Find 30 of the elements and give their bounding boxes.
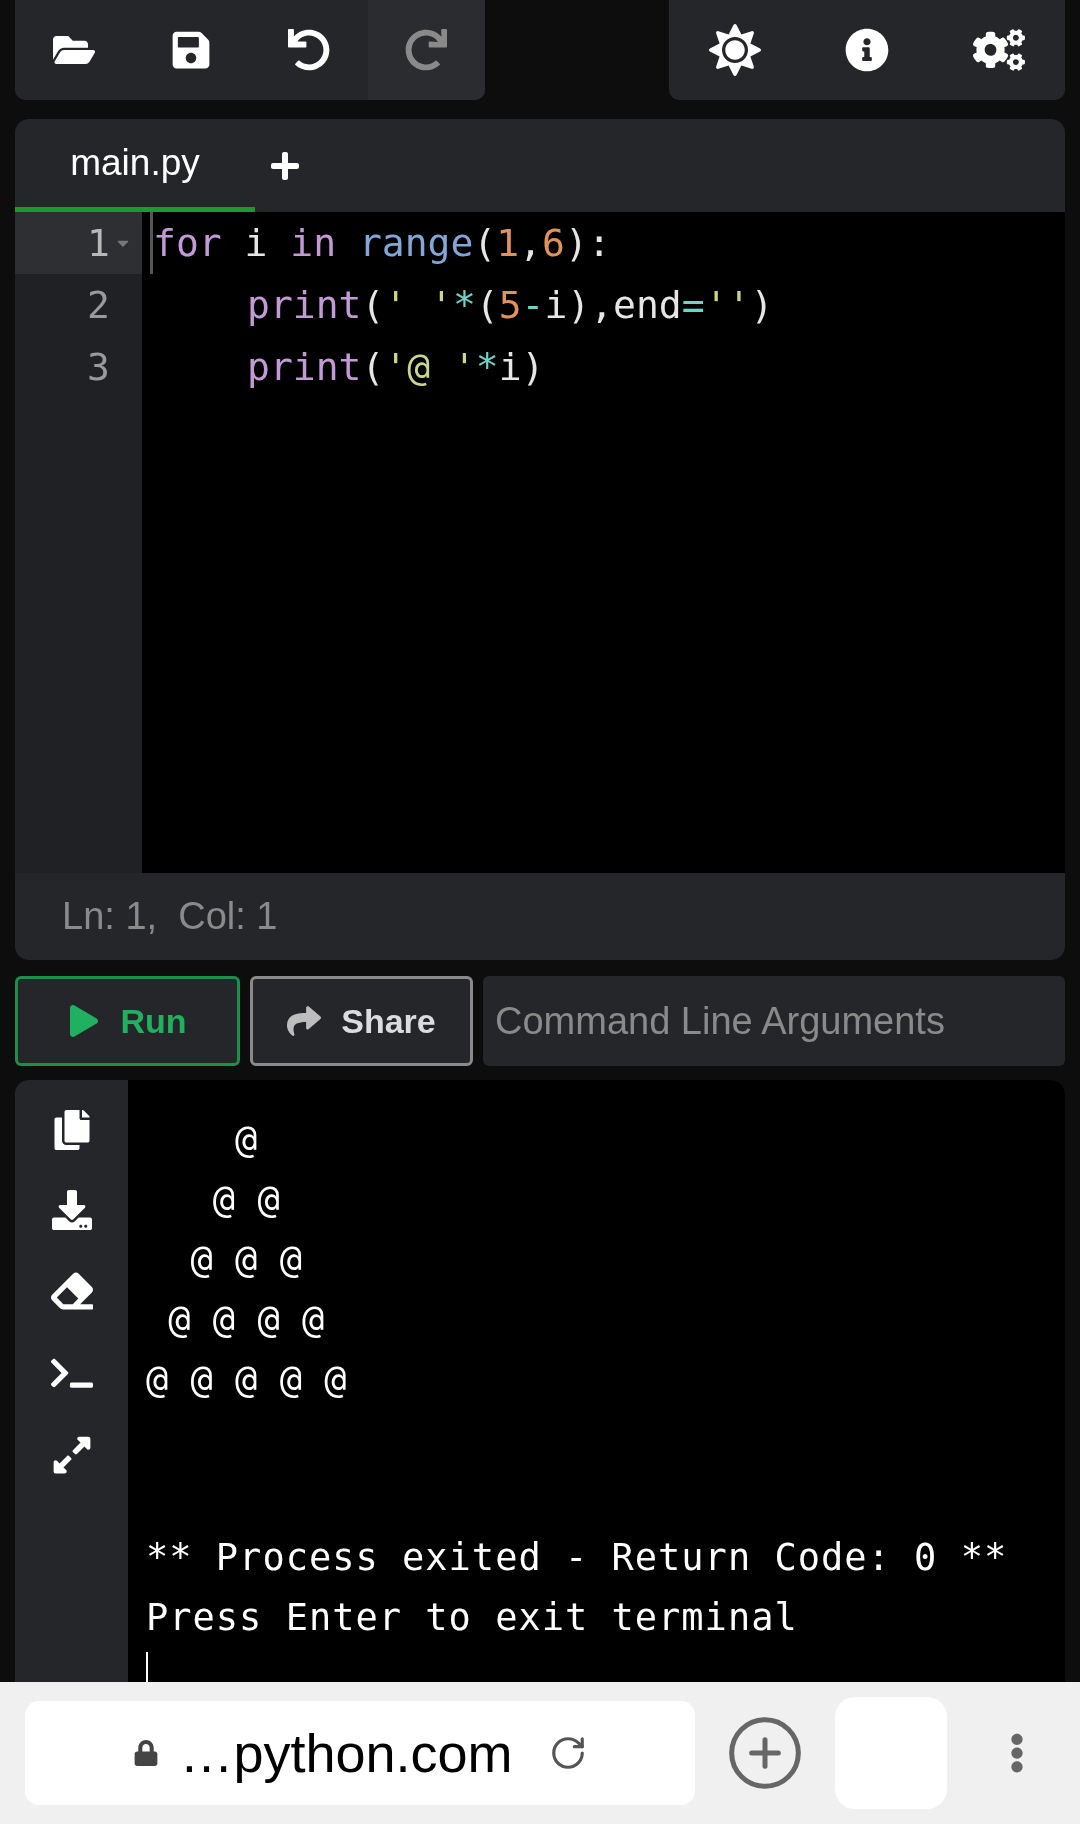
terminal-line: @ @ bbox=[211, 1177, 281, 1224]
redo-icon bbox=[405, 29, 448, 71]
url-text: …python.com bbox=[179, 1721, 513, 1785]
terminal-line: @ @ @ bbox=[189, 1237, 303, 1284]
share-button[interactable]: Share bbox=[250, 976, 473, 1066]
code-line: print(' '*(5-i),end='') bbox=[247, 281, 774, 329]
terminal-line: @ @ @ @ bbox=[167, 1297, 326, 1344]
plus-icon bbox=[269, 149, 301, 182]
terminal-line: @ bbox=[234, 1117, 259, 1164]
terminal-message: Press Enter to exit terminal bbox=[146, 1595, 798, 1642]
share-icon bbox=[287, 1004, 322, 1038]
line-number: 3 bbox=[87, 343, 110, 391]
line-number: 2 bbox=[87, 281, 110, 329]
code-line: for i in range(1,6): bbox=[150, 212, 611, 274]
line-number: 1 bbox=[87, 219, 110, 267]
run-button[interactable]: Run bbox=[15, 976, 240, 1066]
terminal-message: ** Process exited - Return Code: 0 ** bbox=[146, 1535, 1008, 1582]
download-icon[interactable] bbox=[51, 1190, 92, 1230]
eraser-icon[interactable] bbox=[50, 1270, 93, 1312]
arguments-field[interactable]: Command Line Arguments bbox=[483, 976, 1065, 1066]
lock-icon bbox=[133, 1740, 160, 1766]
info-icon bbox=[845, 28, 889, 72]
sun-icon bbox=[709, 24, 761, 76]
text-cursor bbox=[146, 1652, 148, 1682]
cursor-position: Ln: 1, Col: 1 bbox=[62, 894, 278, 939]
code-line: print('@ '*i) bbox=[247, 343, 545, 391]
play-icon bbox=[68, 1005, 101, 1037]
undo-icon bbox=[287, 29, 330, 71]
terminal-line: @ @ @ @ @ bbox=[146, 1357, 348, 1404]
address-bar[interactable]: …python.com bbox=[25, 1701, 695, 1805]
